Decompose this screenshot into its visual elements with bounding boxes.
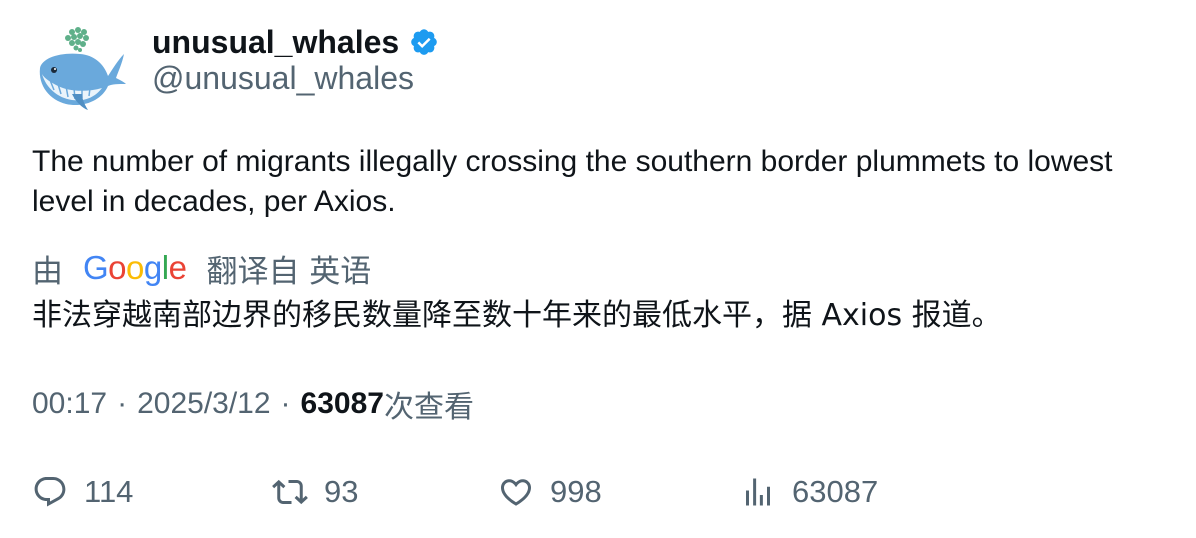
translation-suffix: 翻译自 英语 — [206, 253, 372, 290]
reply-icon — [34, 477, 66, 507]
translation-attribution: 由 Google 翻译自 英语 — [32, 246, 371, 290]
reply-count: 114 — [84, 474, 134, 509]
verified-badge-icon[interactable] — [409, 27, 439, 57]
author-row: unusual_whales — [152, 20, 439, 64]
whale-logo-icon — [39, 27, 126, 110]
display-name[interactable]: unusual_whales — [152, 24, 399, 61]
google-logo[interactable]: Google — [83, 249, 187, 287]
heart-icon — [500, 479, 532, 506]
tweet-date[interactable]: 2025/3/12 — [137, 387, 270, 421]
retweet-button[interactable]: 93 — [272, 470, 358, 514]
reply-button[interactable]: 114 — [32, 470, 133, 514]
tweet-meta: 00:17 · 2025/3/12 · 63087 次查看 — [32, 384, 474, 425]
views-action-count: 63087 — [792, 474, 879, 509]
like-button[interactable]: 998 — [498, 470, 602, 514]
retweet-icon — [272, 479, 308, 505]
views-count: 63087 — [300, 387, 384, 420]
views-label: 次查看 — [383, 390, 474, 425]
like-count: 998 — [550, 474, 602, 509]
analytics-icon — [746, 478, 770, 506]
meta-separator: · — [280, 387, 291, 420]
translation-prefix: 由 — [32, 253, 63, 290]
tweet-text: The number of migrants illegally crossin… — [32, 145, 1113, 218]
views-button[interactable]: 63087 — [740, 470, 878, 514]
meta-separator: · — [117, 387, 128, 420]
user-handle[interactable]: @unusual_whales — [152, 60, 414, 97]
tweet-time[interactable]: 00:17 — [32, 387, 107, 421]
retweet-count: 93 — [324, 474, 359, 509]
translated-tweet-text: 非法穿越南部边界的移民数量降至数十年来的最低水平，据 Axios 报道。 — [32, 298, 1002, 333]
avatar[interactable] — [32, 24, 128, 120]
